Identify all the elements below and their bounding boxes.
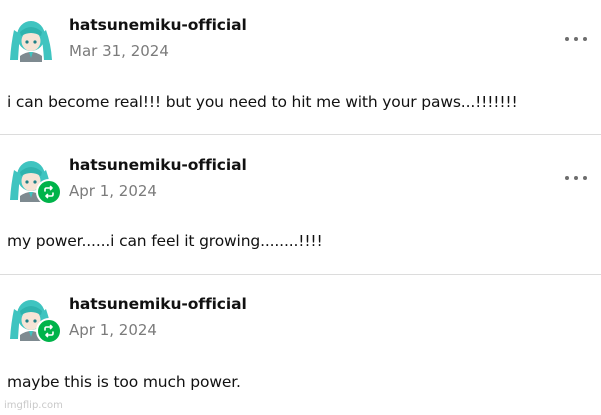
dot-icon <box>574 176 578 180</box>
username[interactable]: hatsunemiku-official <box>69 16 247 34</box>
post-1: hatsunemiku-official Mar 31, 2024 i can … <box>0 0 601 134</box>
username[interactable]: hatsunemiku-official <box>69 156 247 174</box>
post-text: my power......i can feel it growing.....… <box>7 232 323 250</box>
more-options-button[interactable] <box>565 34 587 44</box>
post-date[interactable]: Mar 31, 2024 <box>69 42 169 60</box>
username[interactable]: hatsunemiku-official <box>69 295 247 313</box>
avatar[interactable] <box>6 12 56 62</box>
more-options-button[interactable] <box>565 173 587 183</box>
dot-icon <box>583 37 587 41</box>
reblog-badge <box>36 318 62 344</box>
watermark: imgflip.com <box>4 400 63 411</box>
dot-icon <box>565 176 569 180</box>
dot-icon <box>565 37 569 41</box>
reblog-icon <box>44 185 54 199</box>
reblog-badge <box>36 179 62 205</box>
miku-avatar-icon <box>6 12 56 62</box>
post-2: hatsunemiku-official Apr 1, 2024 my powe… <box>0 135 601 274</box>
post-3: hatsunemiku-official Apr 1, 2024 maybe t… <box>0 275 601 415</box>
post-text: maybe this is too much power. <box>7 373 241 391</box>
post-date[interactable]: Apr 1, 2024 <box>69 182 157 200</box>
dot-icon <box>583 176 587 180</box>
reblog-icon <box>44 324 54 338</box>
post-text: i can become real!!! but you need to hit… <box>7 93 518 111</box>
post-date[interactable]: Apr 1, 2024 <box>69 321 157 339</box>
dot-icon <box>574 37 578 41</box>
